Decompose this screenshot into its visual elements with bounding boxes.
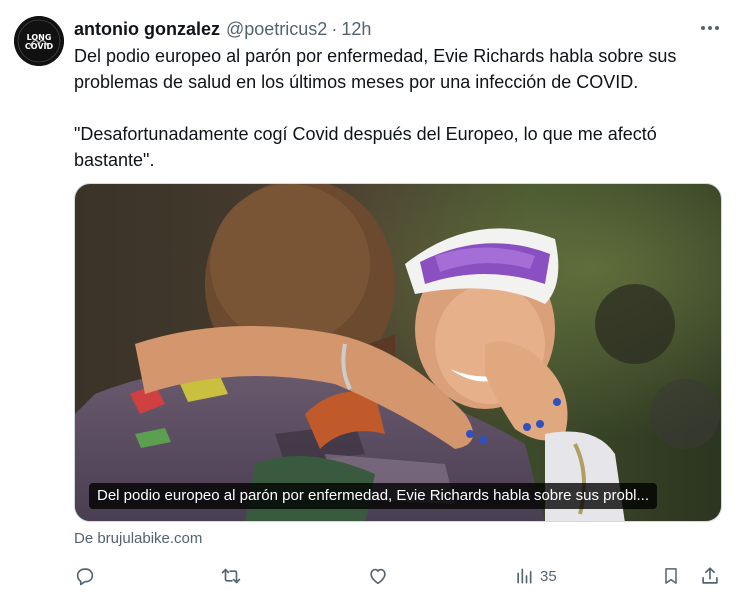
views-count: 35 [540, 567, 557, 585]
avatar-line1: LONG [27, 33, 52, 42]
retweet-button[interactable] [219, 562, 243, 590]
tweet-header: antonio gonzalez @poetricus2 · 12h [74, 17, 724, 41]
card-caption: Del podio europeo al parón por enfermeda… [89, 483, 657, 509]
author-name[interactable]: antonio gonzalez [74, 19, 220, 40]
more-options-button[interactable] [696, 14, 724, 42]
heart-icon [370, 568, 386, 585]
bookmark-button[interactable] [661, 562, 681, 590]
reply-button[interactable] [74, 562, 96, 590]
tweet-paragraph-2: "Desafortunadamente cogí Covid después d… [74, 124, 657, 170]
avatar[interactable]: LONG COVID [14, 16, 64, 66]
author-handle[interactable]: @poetricus2 [226, 19, 327, 40]
views-button[interactable]: 35 [514, 562, 557, 590]
action-bar: 35 [74, 562, 724, 590]
separator-dot: · [331, 18, 338, 39]
tweet-paragraph-1: Del podio europeo al parón por enfermeda… [74, 46, 677, 92]
like-button[interactable] [367, 562, 389, 590]
retweet-icon [221, 568, 241, 584]
share-icon [702, 567, 718, 584]
link-card[interactable]: Del podio europeo al parón por enfermeda… [74, 183, 722, 522]
tweet-text: Del podio europeo al parón por enfermeda… [74, 43, 724, 173]
card-photo [75, 184, 721, 521]
tweet-time[interactable]: 12h [341, 19, 371, 40]
views-icon [517, 568, 532, 584]
more-icon [701, 26, 719, 30]
bookmark-icon [665, 568, 677, 584]
reply-icon [76, 568, 94, 586]
share-button[interactable] [699, 562, 721, 590]
avatar-line2: COVID [25, 42, 54, 51]
card-source[interactable]: De brujulabike.com [74, 530, 202, 547]
